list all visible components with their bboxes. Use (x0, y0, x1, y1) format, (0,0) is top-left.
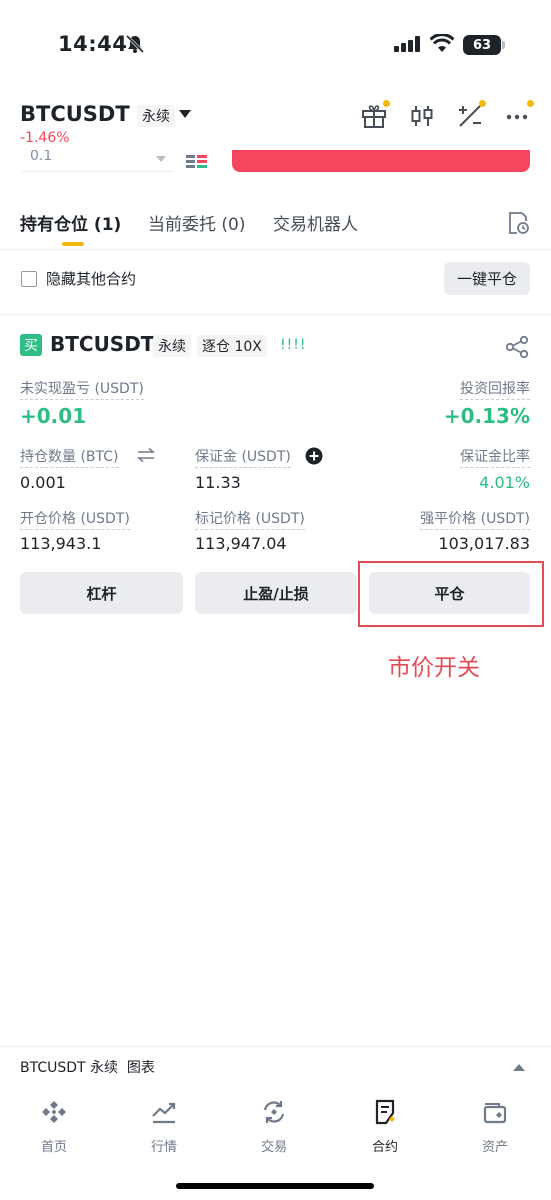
bottom-nav: 首页 行情 交易 合约 资产 (0, 1096, 551, 1166)
highlight-box (358, 561, 544, 627)
liquidation-price-label[interactable]: 强平价格 (USDT) (420, 508, 530, 530)
orderbook-toggle-icon[interactable] (186, 155, 208, 169)
nav-item-trade[interactable]: 交易 (229, 1096, 319, 1158)
markets-icon (152, 1102, 176, 1124)
divider (0, 314, 551, 315)
home-icon (42, 1101, 66, 1123)
trade-icon (263, 1101, 285, 1123)
notification-dot (479, 100, 486, 107)
battery-nub (502, 41, 505, 49)
nav-item-markets[interactable]: 行情 (119, 1096, 209, 1158)
chart-bar-label: BTCUSDT 永续 图表 (20, 1060, 155, 1076)
battery-indicator: 63 (463, 35, 501, 55)
mark-price-label[interactable]: 标记价格 (USDT) (195, 508, 305, 530)
nav-label: 资产 (481, 1140, 508, 1155)
nav-label: 合约 (371, 1140, 398, 1155)
notification-dot (527, 100, 534, 107)
status-time: 14:44 (58, 32, 128, 56)
price-change: -1.46% (20, 130, 70, 146)
nav-label: 交易 (260, 1140, 287, 1155)
hide-other-contracts-checkbox[interactable] (21, 271, 37, 287)
calculator-icon[interactable] (456, 100, 486, 130)
margin-value: 11.33 (195, 473, 241, 492)
active-tab-indicator (62, 242, 84, 246)
nav-item-assets[interactable]: 资产 (450, 1096, 540, 1158)
divider (0, 1046, 551, 1047)
position-symbol[interactable]: BTCUSDT (50, 332, 154, 356)
margin-ratio-label[interactable]: 保证金比率 (460, 446, 530, 468)
annotation-text: 市价开关 (388, 655, 480, 681)
roi-value: +0.13% (443, 404, 530, 428)
quantity-input[interactable]: 0.1 (22, 150, 174, 172)
chevron-up-icon[interactable] (513, 1064, 525, 1071)
futures-icon (375, 1099, 395, 1125)
unrealized-pnl-value: +0.01 (20, 404, 87, 428)
tab-open-orders[interactable]: 当前委托 (0) (148, 210, 245, 235)
tab-trading-bots[interactable]: 交易机器人 (273, 210, 358, 235)
chevron-down-icon[interactable] (156, 156, 166, 162)
nav-label: 行情 (150, 1140, 177, 1155)
nav-item-home[interactable]: 首页 (9, 1096, 99, 1158)
liquidation-price-value: 103,017.83 (438, 534, 530, 553)
position-size-label[interactable]: 持仓数量 (BTC) (20, 446, 119, 468)
perpetual-tag: 永续 (137, 105, 175, 127)
signal-icon (394, 36, 420, 52)
buy-side-badge: 买 (20, 334, 42, 356)
symbol-title[interactable]: BTCUSDT (20, 102, 130, 126)
nav-label: 首页 (40, 1140, 67, 1155)
order-form-strip: 0.1 (0, 150, 551, 176)
close-all-button[interactable]: 一键平仓 (444, 262, 530, 295)
chevron-down-icon[interactable] (179, 110, 191, 118)
filter-row: 隐藏其他合约 一键平仓 (0, 262, 551, 296)
wifi-icon (430, 34, 454, 52)
tab-positions[interactable]: 持有仓位 (1) (20, 210, 121, 235)
nav-item-futures[interactable]: 合约 (340, 1096, 430, 1158)
position-type-tag: 永续 (153, 335, 191, 357)
share-icon[interactable] (504, 334, 530, 360)
notification-dot (383, 100, 390, 107)
roi-label[interactable]: 投资回报率 (460, 378, 530, 400)
sell-button[interactable] (232, 150, 530, 172)
hide-other-contracts-label[interactable]: 隐藏其他合约 (46, 268, 136, 289)
history-icon[interactable] (505, 210, 531, 236)
gift-icon[interactable] (360, 100, 390, 130)
swap-icon[interactable] (136, 447, 156, 463)
margin-ratio-value: 4.01% (479, 473, 530, 492)
chart-bar[interactable]: BTCUSDT 永续 图表 (0, 1048, 551, 1088)
position-tabs: 持有仓位 (1) 当前委托 (0) 交易机器人 (0, 196, 551, 250)
leverage-button[interactable]: 杠杆 (20, 572, 183, 614)
wallet-icon (483, 1103, 507, 1124)
mark-price-value: 113,947.04 (195, 534, 287, 553)
tp-sl-button[interactable]: 止盈/止损 (195, 572, 357, 614)
unrealized-pnl-label[interactable]: 未实现盈亏 (USDT) (20, 378, 144, 400)
home-indicator (176, 1183, 374, 1189)
adl-indicator-icon: !!!! (280, 337, 307, 353)
more-icon[interactable] (504, 100, 534, 130)
position-size-value: 0.001 (20, 473, 66, 492)
candlestick-icon[interactable] (408, 102, 436, 130)
entry-price-value: 113,943.1 (20, 534, 102, 553)
margin-label[interactable]: 保证金 (USDT) (195, 446, 291, 468)
entry-price-label[interactable]: 开仓价格 (USDT) (20, 508, 130, 530)
margin-mode-tag[interactable]: 逐仓 10X (197, 335, 267, 357)
bell-muted-icon (125, 34, 145, 54)
status-bar: 14:44 63 (0, 0, 551, 90)
add-margin-icon[interactable] (305, 447, 323, 465)
